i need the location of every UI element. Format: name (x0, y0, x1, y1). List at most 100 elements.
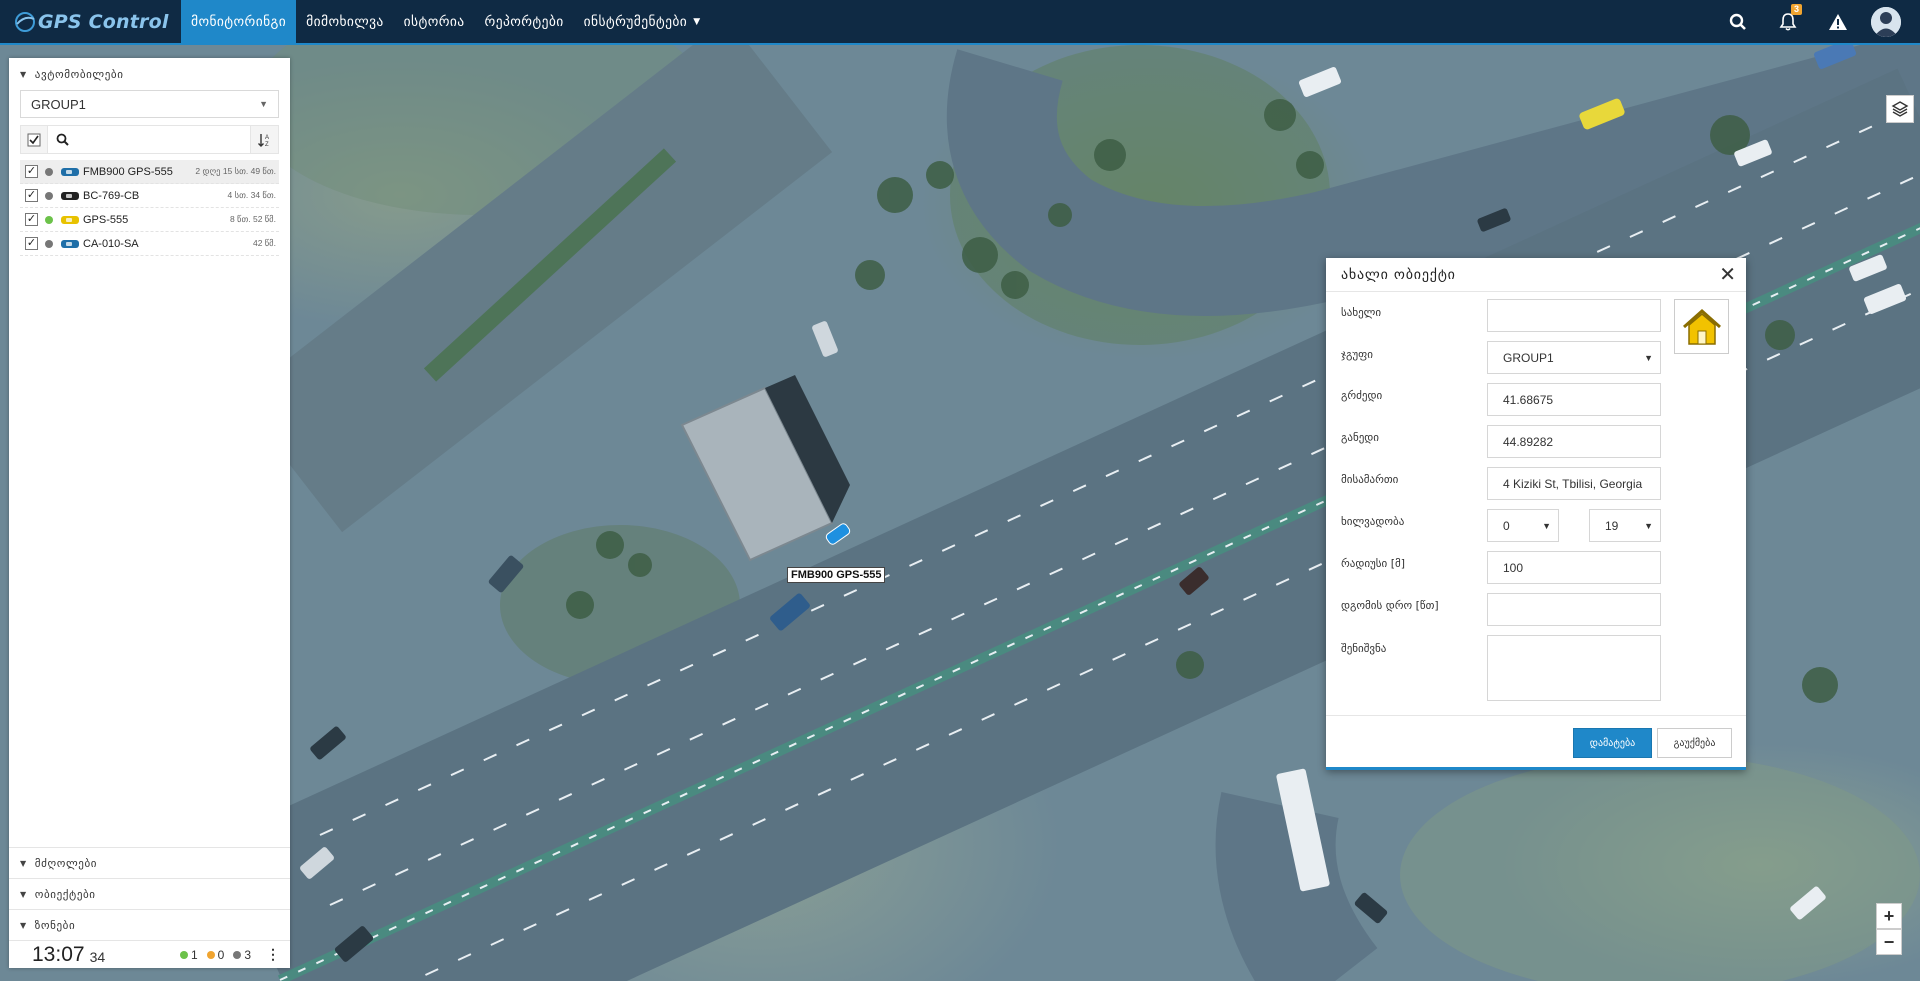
vehicle-search-input[interactable] (75, 132, 250, 147)
count-offline: 3 (233, 948, 251, 962)
status-dot (45, 239, 53, 248)
notification-badge: 3 (1790, 4, 1802, 15)
nav-overview[interactable]: მიმოხილვა (296, 0, 394, 43)
vehicle-row[interactable]: ✓ GPS-555 8 წთ. 52 წმ. (20, 208, 279, 232)
svg-text:Z: Z (265, 142, 269, 148)
clock-time: 13:07 (32, 942, 85, 966)
car-icon (61, 191, 79, 200)
object-icon-picker[interactable] (1674, 299, 1729, 354)
visibility-label: ხილვადობა (1341, 515, 1405, 528)
car-icon (61, 167, 79, 176)
longitude-label: განედი (1341, 431, 1380, 444)
chevron-down-icon: ▼ (693, 16, 701, 27)
latitude-input[interactable]: 41.68675 (1487, 383, 1661, 416)
section-vehicles-title: ავტომობილები (34, 67, 124, 81)
vehicle-toolbar: AZ (20, 125, 279, 154)
vehicle-search (48, 126, 250, 153)
nav-monitoring[interactable]: მონიტორინგი (181, 0, 297, 43)
caret-down-icon: ▼ (1542, 520, 1551, 531)
close-icon[interactable]: ✕ (1719, 265, 1736, 285)
dialog-header: ახალი ობიექტი (1326, 258, 1746, 292)
more-vertical-icon[interactable]: ⋮ (260, 946, 286, 963)
notifications-button[interactable]: 3 (1766, 0, 1810, 43)
zoom-in-button[interactable]: + (1876, 903, 1902, 929)
group-select-value: GROUP1 (31, 96, 86, 112)
select-all-button[interactable] (21, 126, 48, 153)
search-icon (56, 133, 69, 146)
vehicle-last-update: 8 წთ. 52 წმ. (229, 214, 276, 224)
caret-down-icon: ▼ (1644, 352, 1653, 363)
group-select[interactable]: GROUP1 ▼ (1487, 341, 1661, 374)
group-select[interactable]: GROUP1 ▼ (20, 90, 279, 118)
globe-logo-icon (15, 11, 35, 32)
vehicle-name: BC-769-CB (83, 189, 140, 202)
nav-history[interactable]: ისტორია (394, 0, 475, 43)
clock-seconds: 34 (89, 948, 106, 965)
layers-icon (1891, 101, 1909, 117)
vehicle-row[interactable]: ✓ BC-769-CB 4 სთ. 34 წთ. (20, 184, 279, 208)
svg-text:A: A (265, 135, 269, 141)
dialog-title: ახალი ობიექტი (1341, 266, 1456, 283)
triangle-down-icon: ▼ (20, 858, 27, 868)
zoom-out-button[interactable]: − (1876, 929, 1902, 955)
vehicle-row[interactable]: ✓ CA-010-SA 42 წმ. (20, 232, 279, 256)
note-textarea[interactable] (1487, 635, 1661, 701)
user-avatar-icon (1871, 6, 1901, 37)
user-menu[interactable] (1864, 0, 1908, 43)
nav-tools[interactable]: ინსტრუმენტები ▼ (574, 0, 711, 43)
triangle-down-icon: ▼ (20, 69, 27, 79)
car-icon (61, 239, 79, 248)
sort-alpha-icon: AZ (257, 133, 269, 148)
stay-time-label: დგომის დრო [წთ] (1341, 599, 1439, 612)
section-drivers-header[interactable]: ▼ მძღოლები (9, 847, 290, 878)
nav-reports[interactable]: რეპორტები (475, 0, 574, 43)
stay-time-input[interactable] (1487, 593, 1661, 626)
vehicle-checkbox[interactable]: ✓ (25, 189, 38, 202)
dialog-footer: დამატება გაუქმება (1326, 715, 1746, 767)
vehicle-list: ✓ FMB900 GPS-555 2 დღე 15 სთ. 49 წთ. ✓ B… (20, 160, 279, 256)
radius-input[interactable]: 100 (1487, 551, 1661, 584)
alerts-button[interactable] (1816, 0, 1860, 43)
vehicle-row[interactable]: ✓ FMB900 GPS-555 2 დღე 15 სთ. 49 წთ. (20, 160, 279, 184)
section-objects-header[interactable]: ▼ ობიექტები (9, 878, 290, 909)
car-icon (61, 215, 79, 224)
add-button[interactable]: დამატება (1573, 728, 1652, 758)
longitude-input[interactable]: 44.89282 (1487, 425, 1661, 458)
visibility-from-select[interactable]: 0 ▼ (1487, 509, 1559, 542)
status-bar: 13:07 34 1 0 3 ⋮ (9, 940, 290, 968)
vehicle-name: CA-010-SA (83, 237, 139, 250)
status-dot (45, 191, 53, 200)
vehicle-map-label[interactable]: FMB900 GPS-555 (787, 567, 886, 583)
address-input[interactable]: 4 Kiziki St, Tbilisi, Georgia (1487, 467, 1661, 500)
name-input[interactable] (1487, 299, 1661, 332)
caret-down-icon: ▼ (1644, 520, 1653, 531)
latitude-label: გრძედი (1341, 389, 1383, 402)
status-dot (45, 167, 53, 176)
count-online: 1 (179, 948, 198, 962)
section-vehicles-header[interactable]: ▼ ავტომობილები (9, 58, 290, 90)
left-panel: ▼ ავტომობილები GROUP1 ▼ AZ ✓ FMB900 GPS-… (9, 58, 290, 968)
vehicle-checkbox[interactable]: ✓ (25, 165, 38, 178)
checkbox-all-icon (27, 133, 41, 146)
new-object-dialog: ახალი ობიექტი ✕ სახელი ჯგუფი GROUP1 ▼ გრძ… (1326, 258, 1746, 770)
logo[interactable]: GPS Control (0, 0, 181, 43)
triangle-down-icon: ▼ (20, 920, 27, 930)
search-icon (1729, 13, 1746, 30)
logo-text: GPS Control (38, 10, 169, 33)
search-button[interactable] (1716, 0, 1760, 43)
name-label: სახელი (1341, 306, 1382, 319)
group-label: ჯგუფი (1341, 348, 1373, 361)
status-dot (45, 215, 53, 224)
sort-button[interactable]: AZ (250, 126, 278, 153)
address-label: მისამართი (1341, 473, 1399, 486)
section-zones-header[interactable]: ▼ ზონები (9, 909, 290, 940)
layers-button[interactable] (1886, 95, 1914, 123)
top-navbar: GPS Control მონიტორინგი მიმოხილვა ისტორი… (0, 0, 1920, 45)
vehicle-checkbox[interactable]: ✓ (25, 213, 38, 226)
vehicle-last-update: 42 წმ. (252, 238, 276, 248)
vehicle-checkbox[interactable]: ✓ (25, 237, 38, 250)
warning-icon (1829, 13, 1847, 30)
section-objects-title: ობიექტები (34, 887, 96, 901)
visibility-to-select[interactable]: 19 ▼ (1589, 509, 1661, 542)
cancel-button[interactable]: გაუქმება (1657, 728, 1732, 758)
